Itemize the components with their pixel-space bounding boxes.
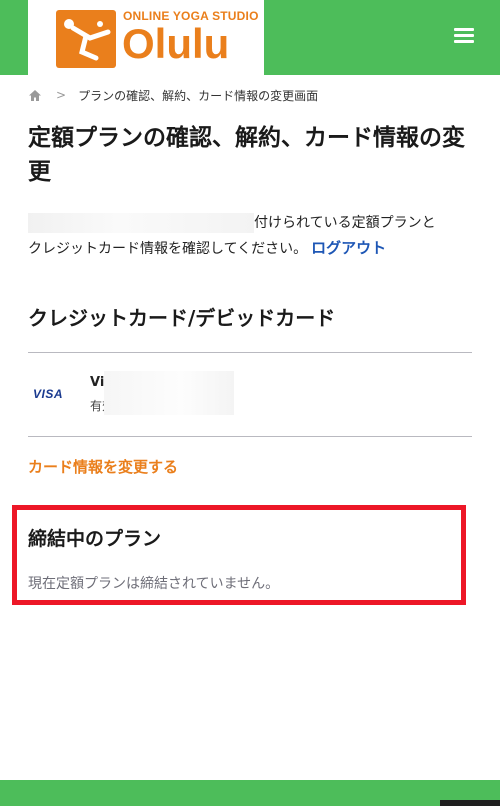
logout-link[interactable]: ログアウト: [311, 239, 386, 257]
breadcrumb-separator: >: [56, 88, 67, 102]
site-header: ONLINE YOGA STUDIO Olulu: [0, 0, 500, 75]
card-section-heading: クレジットカード/デビッドカード: [28, 306, 336, 330]
intro-line-2: クレジットカード情報を確認してください。: [28, 241, 308, 257]
site-logo[interactable]: ONLINE YOGA STUDIO Olulu: [28, 0, 264, 75]
logo-yoga-icon: [56, 10, 116, 68]
card-name: Vi: [90, 375, 105, 390]
page-title: 定額プランの確認、解約、カード情報の変更: [28, 125, 465, 185]
redacted-card-details: [104, 371, 234, 415]
intro-line-1: 付けられている定額プランと: [28, 211, 474, 236]
visa-logo-icon: VISA: [33, 387, 64, 401]
logo-title: Olulu: [122, 20, 230, 67]
breadcrumb-current: プランの確認、解約、カード情報の変更画面: [78, 88, 319, 103]
plan-status: 現在定額プランは締結されていません。: [28, 576, 280, 592]
intro-text: 付けられている定額プランと クレジットカード情報を確認してください。 ログアウト: [28, 211, 474, 262]
plan-heading: 締結中のプラン: [28, 528, 162, 550]
redacted-text: [28, 213, 254, 233]
divider: [28, 436, 472, 437]
card-row: VISA Vi 有効期限: [28, 353, 472, 435]
intro-line-1-text: 付けられている定額プランと: [254, 215, 436, 231]
footer-accent: [440, 800, 500, 806]
hamburger-menu-icon[interactable]: [454, 28, 474, 44]
active-plan-box: 締結中のプラン 現在定額プランは締結されていません。: [12, 505, 466, 605]
change-card-link[interactable]: カード情報を変更する: [28, 456, 178, 477]
home-icon[interactable]: [28, 89, 42, 102]
footer-bar: [0, 780, 500, 806]
breadcrumb: > プランの確認、解約、カード情報の変更画面: [28, 86, 318, 104]
